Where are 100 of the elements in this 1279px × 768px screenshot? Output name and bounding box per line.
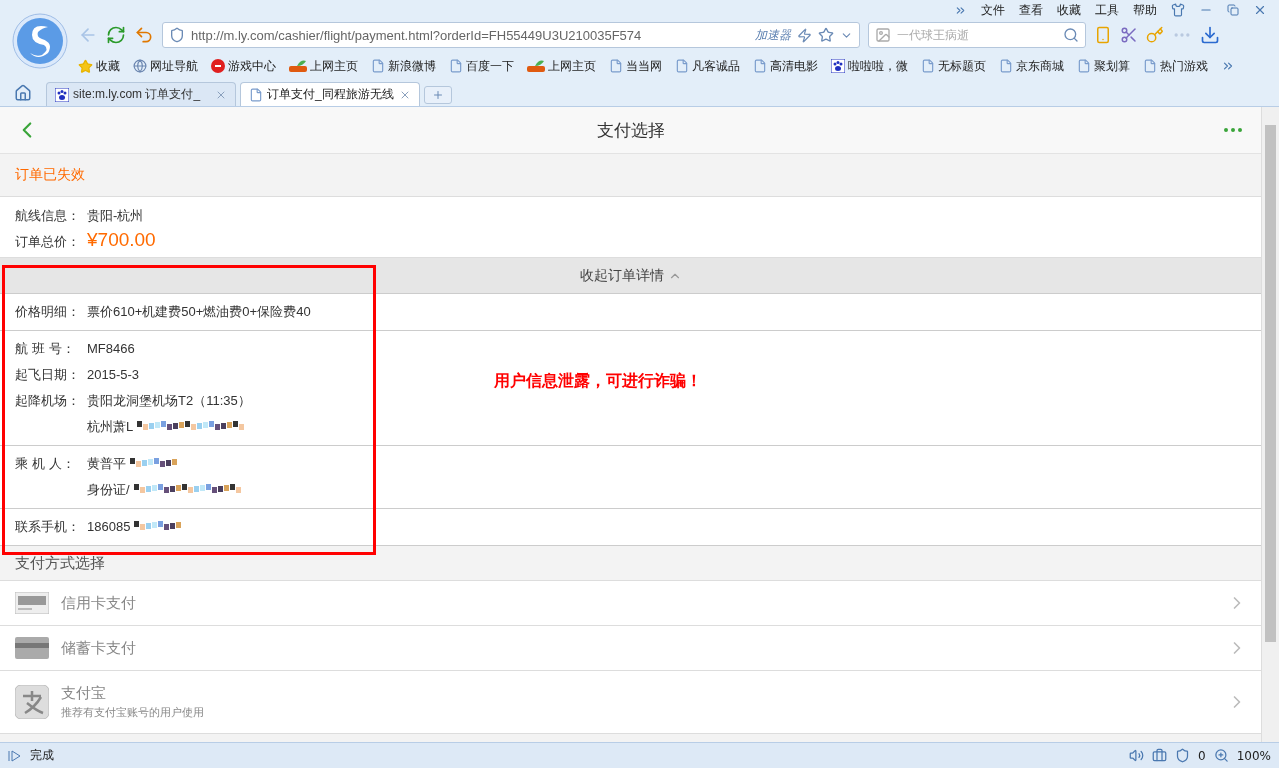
field-label: 航 班 号： <box>15 340 77 358</box>
star-icon <box>78 58 93 74</box>
menu-item[interactable]: 文件 <box>981 1 1005 19</box>
field-value: 身份证/ <box>87 481 130 499</box>
zoom-icon[interactable] <box>1213 748 1229 763</box>
page-icon <box>999 59 1013 73</box>
order-total: ¥700.00 <box>87 229 156 251</box>
bookmark-link[interactable]: 上网主页 <box>289 57 358 75</box>
section-heading: 支付方式选择 <box>15 553 105 573</box>
field-label: 联系手机： <box>15 518 81 536</box>
status-text: 完成 <box>30 747 55 764</box>
paw-icon <box>55 87 69 102</box>
url-text: http://m.ly.com/cashier/flight/payment.html?orderId=FH55449U3U210035F574 <box>191 27 643 43</box>
field-label: 价格明细： <box>15 303 81 321</box>
star-icon[interactable] <box>818 27 834 43</box>
shield-icon[interactable] <box>169 27 185 43</box>
bank-card-icon <box>15 637 49 659</box>
refresh-icon[interactable] <box>106 25 126 45</box>
search-icon[interactable] <box>1063 27 1079 43</box>
bookmark-link[interactable]: 上网主页 <box>527 57 596 75</box>
menu-item[interactable]: 收藏 <box>1057 1 1081 19</box>
payment-option[interactable]: 信用卡支付 <box>0 581 1261 626</box>
field-label: 航线信息： <box>15 207 81 225</box>
page-icon <box>371 59 385 73</box>
credit-card-icon <box>15 592 49 614</box>
lightning-icon[interactable] <box>797 27 812 43</box>
field-value: 票价610+机建费50+燃油费0+保险费40 <box>87 303 311 321</box>
browser-tab[interactable]: 订单支付_同程旅游无线 <box>240 82 420 106</box>
field-value: 黄普平 <box>87 455 126 473</box>
close-icon[interactable] <box>1253 3 1267 17</box>
shirt-icon[interactable] <box>1171 3 1185 17</box>
phone-icon[interactable] <box>1094 26 1112 44</box>
page-icon <box>249 87 263 102</box>
plus-icon <box>432 89 444 101</box>
search-field[interactable]: 一代球王病逝 <box>868 22 1086 48</box>
order-status: 订单已失效 <box>15 166 85 184</box>
sidebar-toggle-icon[interactable] <box>8 749 22 762</box>
page-icon <box>675 59 689 73</box>
bookmark-link[interactable]: 无标题页 <box>921 57 986 75</box>
page-icon <box>1077 59 1091 73</box>
bookmark-link[interactable]: 热门游戏 <box>1143 57 1208 75</box>
bookmark-link[interactable]: 收藏 <box>78 57 120 75</box>
image-icon[interactable] <box>875 27 891 43</box>
collapse-details-button[interactable]: 收起订单详情 <box>0 258 1261 294</box>
payment-option[interactable]: 储蓄卡支付 <box>0 626 1261 671</box>
field-label: 乘 机 人： <box>15 455 77 473</box>
field-value: 2015-5-3 <box>87 367 140 382</box>
undo-icon[interactable] <box>134 25 154 45</box>
bookmark-link[interactable]: 游戏中心 <box>211 57 276 75</box>
bookmark-link[interactable]: 啦啦啦，微 <box>831 57 908 75</box>
scissors-icon[interactable] <box>1120 26 1138 44</box>
new-tab-button[interactable] <box>424 86 452 104</box>
bookmark-link[interactable]: 凡客诚品 <box>675 57 740 75</box>
payment-option[interactable]: 支付宝 推荐有支付宝账号的用户使用 <box>0 671 1261 734</box>
bookmark-link[interactable]: 新浪微博 <box>371 57 436 75</box>
field-value: 杭州萧L <box>87 418 134 436</box>
bookmark-link[interactable]: 高清电影 <box>753 57 818 75</box>
leaf-icon <box>527 59 545 73</box>
field-label: 订单总价： <box>15 233 81 251</box>
route-text: 贵阳-杭州 <box>87 207 144 225</box>
address-bar[interactable]: http://m.ly.com/cashier/flight/payment.html?orderId=FH55449U3U210035F574 加速器 <box>162 22 860 48</box>
bookmark-link[interactable]: 当当网 <box>609 57 662 75</box>
field-label: 起飞日期： <box>15 366 81 384</box>
page-title: 支付选择 <box>596 118 665 142</box>
page-icon <box>1143 59 1157 73</box>
field-value: MF8466 <box>87 341 135 356</box>
ad-block-icon[interactable] <box>1175 748 1191 763</box>
menu-item[interactable]: 工具 <box>1095 1 1119 19</box>
redaction-mosaic <box>130 458 178 468</box>
download-icon[interactable] <box>1200 25 1220 45</box>
zoom-level[interactable]: 100% <box>1236 748 1271 763</box>
accelerator-label[interactable]: 加速器 <box>755 26 791 44</box>
paw-icon <box>831 59 845 73</box>
key-icon[interactable] <box>1146 26 1164 44</box>
ad-count: 0 <box>1198 748 1206 763</box>
more-icon[interactable] <box>1221 59 1235 73</box>
field-label: 起降机场： <box>15 392 81 410</box>
field-value: 贵阳龙洞堡机场T2（11:35） <box>87 392 251 410</box>
annotation-text: 用户信息泄露，可进行诈骗！ <box>494 371 702 392</box>
toolbox-icon[interactable] <box>1152 748 1168 763</box>
speaker-icon[interactable] <box>1129 748 1145 763</box>
leaf-icon <box>289 59 307 73</box>
page-icon <box>753 59 767 73</box>
scrollbar[interactable] <box>1261 107 1279 742</box>
browser-logo[interactable] <box>12 13 68 69</box>
page-icon <box>609 59 623 73</box>
bookmark-link[interactable]: 网址导航 <box>133 57 198 75</box>
globe-icon <box>133 59 147 73</box>
page-icon <box>449 59 463 73</box>
bookmark-link[interactable]: 百度一下 <box>449 57 514 75</box>
bookmark-link[interactable]: 京东商城 <box>999 57 1064 75</box>
redaction-mosaic <box>134 521 183 531</box>
menu-item[interactable]: 帮助 <box>1133 1 1157 19</box>
option-hint: 推荐有支付宝账号的用户使用 <box>61 705 205 720</box>
bookmark-link[interactable]: 聚划算 <box>1077 57 1130 75</box>
home-icon[interactable] <box>14 84 32 102</box>
browser-tab[interactable]: site:m.ly.com 订单支付_ <box>46 82 236 106</box>
menu-item[interactable]: 查看 <box>1019 1 1043 19</box>
page-icon <box>921 59 935 73</box>
restore-icon[interactable] <box>1227 4 1239 16</box>
